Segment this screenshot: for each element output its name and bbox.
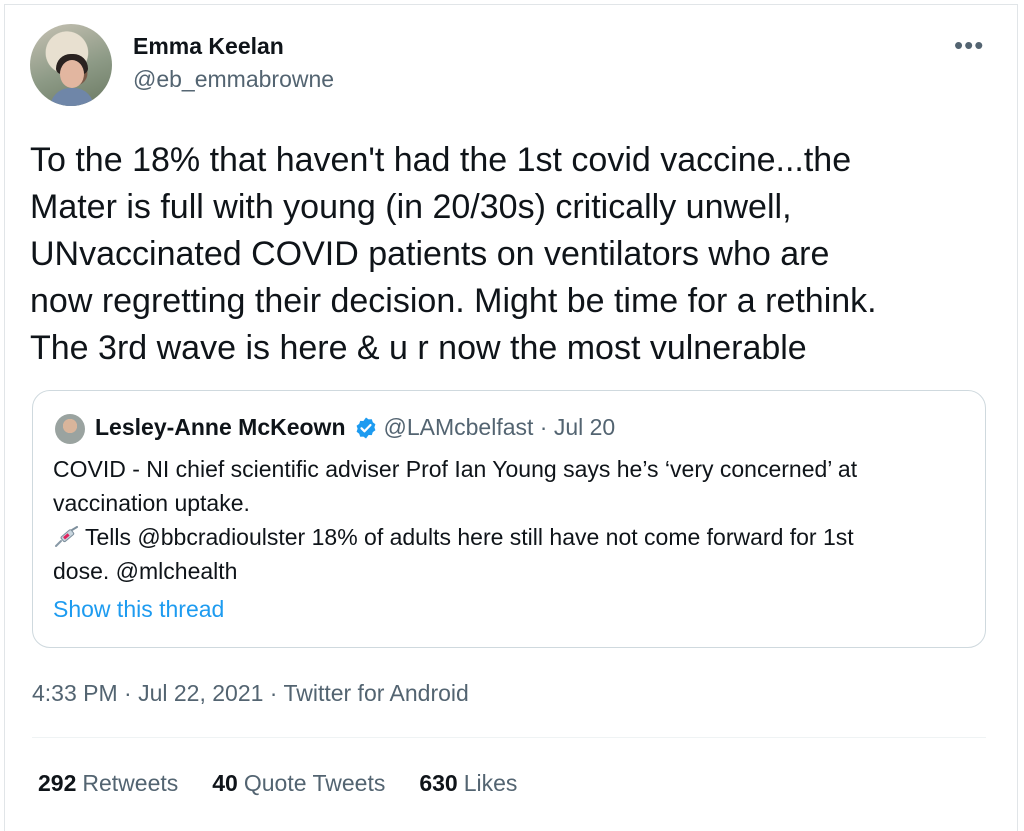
quote-tweets-count: 40 — [212, 770, 238, 796]
retweets-stat[interactable]: 292 Retweets — [38, 770, 178, 797]
syringe-icon — [55, 526, 78, 547]
quote-tweets-label: Quote Tweets — [243, 770, 386, 796]
quote-body-line: Tells @bbcradioulster 18% of adults here… — [85, 524, 854, 550]
engagement-stats: 292 Retweets 40 Quote Tweets 630 Likes — [38, 770, 517, 797]
tweet-text-line: UNvaccinated COVID patients on ventilato… — [30, 235, 830, 273]
quote-body-line-with-icon: Tells @bbcradioulster 18% of adults here… — [53, 520, 983, 554]
quote-author-avatar[interactable] — [55, 414, 85, 444]
quote-author-name[interactable]: Lesley-Anne McKeown — [95, 414, 346, 441]
quote-body: COVID - NI chief scientific adviser Prof… — [53, 452, 983, 588]
author-handle[interactable]: @eb_emmabrowne — [133, 66, 334, 93]
tweet-text-line: Mater is full with young (in 20/30s) cri… — [30, 188, 792, 226]
tweet-timestamp[interactable]: 4:33 PM · Jul 22, 2021 · Twitter for And… — [32, 680, 469, 707]
quote-body-line: vaccination uptake. — [53, 490, 250, 516]
more-options-icon[interactable]: ••• — [954, 30, 984, 61]
quote-tweets-stat[interactable]: 40 Quote Tweets — [212, 770, 385, 797]
quote-body-line: dose. @mlchealth — [53, 558, 238, 584]
tweet-text-line: now regretting their decision. Might be … — [30, 282, 877, 320]
tweet-text-line: To the 18% that haven't had the 1st covi… — [30, 141, 852, 179]
quote-body-line: COVID - NI chief scientific adviser Prof… — [53, 456, 858, 482]
avatar-face — [60, 60, 84, 88]
tweet-text: To the 18% that haven't had the 1st covi… — [30, 137, 990, 372]
retweets-label: Retweets — [82, 770, 179, 796]
author-avatar[interactable] — [30, 24, 112, 106]
show-thread-link[interactable]: Show this thread — [53, 596, 224, 623]
quote-header: Lesley-Anne McKeown @LAMcbelfast · Jul 2… — [95, 414, 615, 441]
likes-label: Likes — [463, 770, 518, 796]
likes-stat[interactable]: 630 Likes — [419, 770, 517, 797]
divider — [32, 737, 986, 738]
author-name[interactable]: Emma Keelan — [133, 33, 284, 60]
quote-handle-date[interactable]: @LAMcbelfast · Jul 20 — [384, 414, 616, 441]
likes-count: 630 — [419, 770, 458, 796]
avatar-shirt — [50, 88, 94, 106]
verified-badge-icon — [356, 417, 375, 438]
quoted-tweet[interactable]: Lesley-Anne McKeown @LAMcbelfast · Jul 2… — [32, 390, 986, 648]
retweets-count: 292 — [38, 770, 77, 796]
tweet-text-line: The 3rd wave is here & u r now the most … — [30, 329, 807, 367]
